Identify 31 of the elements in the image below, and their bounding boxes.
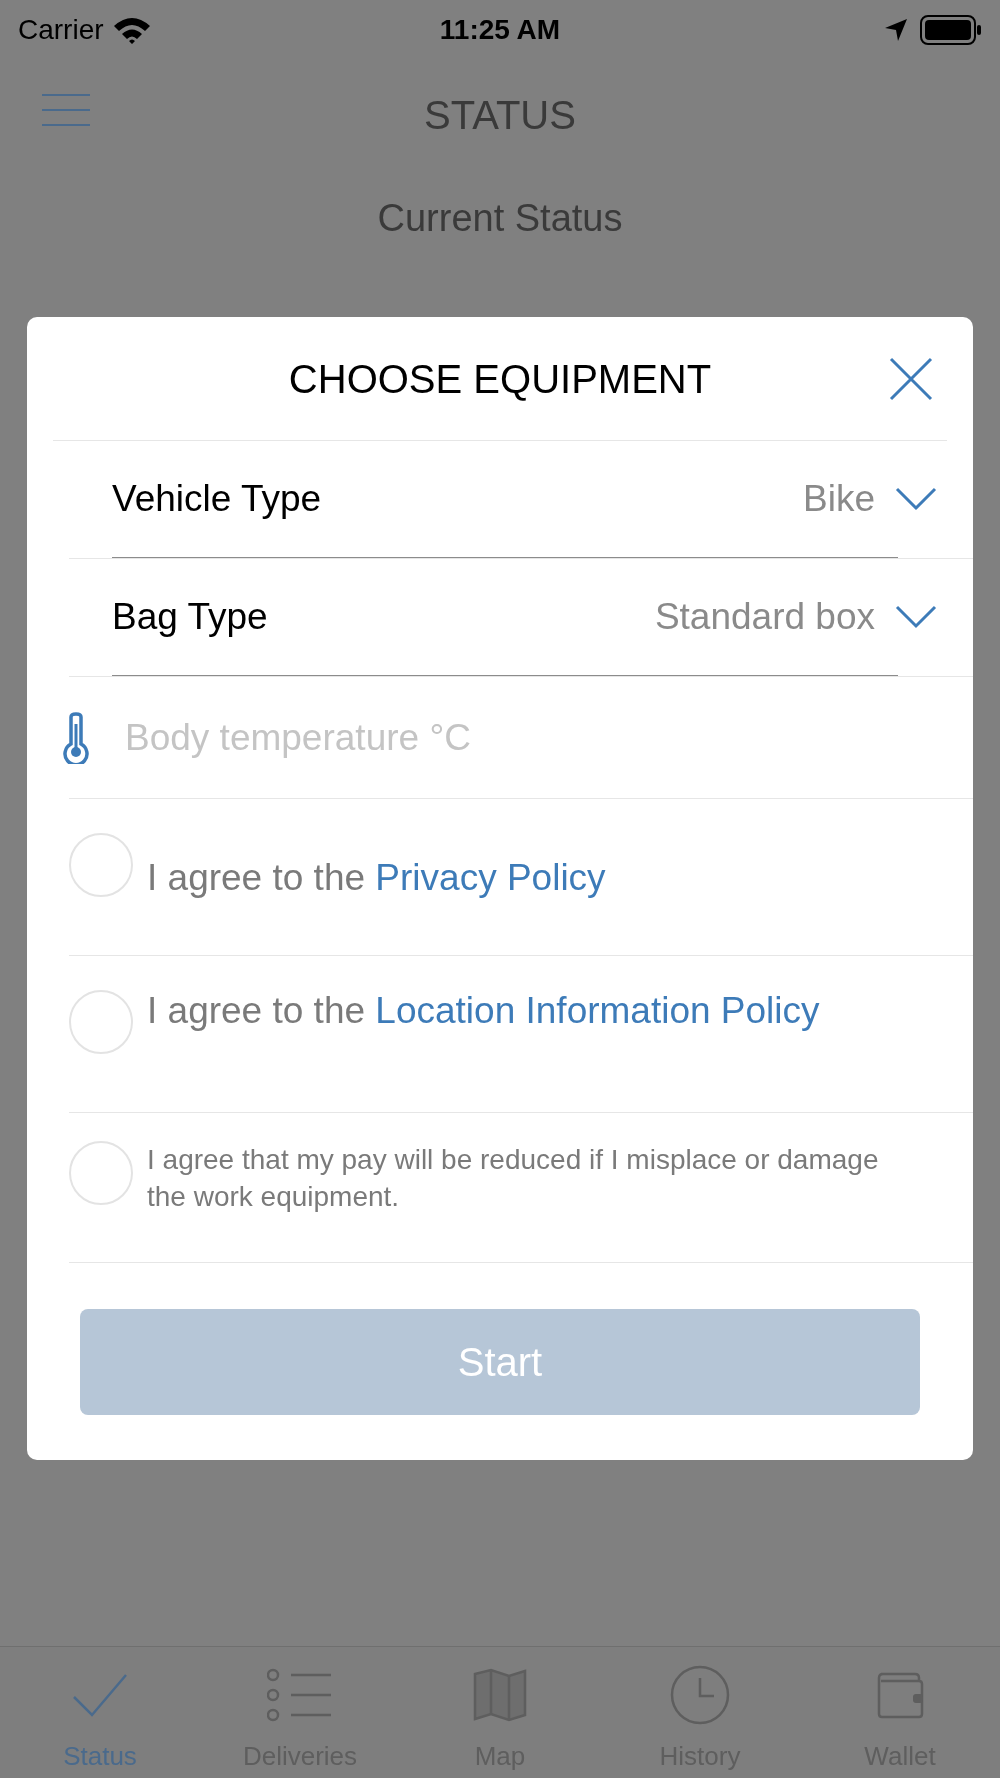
select-value: Standard box [654,595,875,640]
map-icon [473,1668,527,1722]
wallet-icon [875,1670,925,1720]
menu-icon[interactable] [42,93,90,127]
agreement-text: I agree that my pay will be reduced if I misplace or damage the work equipment. [147,1143,880,1214]
thermometer-icon [62,711,90,764]
location-arrow-icon [884,18,908,42]
page-title: STATUS [424,92,576,139]
agreement-radio[interactable] [69,833,133,897]
list-icon [267,1668,333,1722]
policy-link[interactable]: Location Information Policy [375,990,820,1031]
battery-icon [920,15,982,45]
agreement-radio[interactable] [69,1141,133,1205]
select-field[interactable]: Bag Type Standard box [112,559,937,675]
clock-icon [669,1664,731,1726]
temperature-field[interactable]: Body temperature °C [125,697,973,778]
status-label: Current Status [377,196,623,241]
agreement-text: I agree to the Privacy Policy [147,856,607,900]
clock-time: 11:25 AM [439,13,561,47]
agreement-radio[interactable] [69,990,133,1054]
chevron-down-icon [895,487,937,511]
agreement-text: I agree to the Location Information Policy [147,989,821,1033]
select-label: Bag Type [112,595,269,640]
chevron-down-icon [895,605,937,629]
close-button[interactable] [889,357,933,401]
dialog-title: CHOOSE EQUIPMENT [288,355,712,403]
carrier-name: Carrier [18,13,104,47]
select-label: Vehicle Type [112,477,323,522]
select-value: Bike [803,477,875,522]
policy-link[interactable]: Privacy Policy [375,857,606,898]
select-field[interactable]: Vehicle Type Bike [112,441,937,557]
